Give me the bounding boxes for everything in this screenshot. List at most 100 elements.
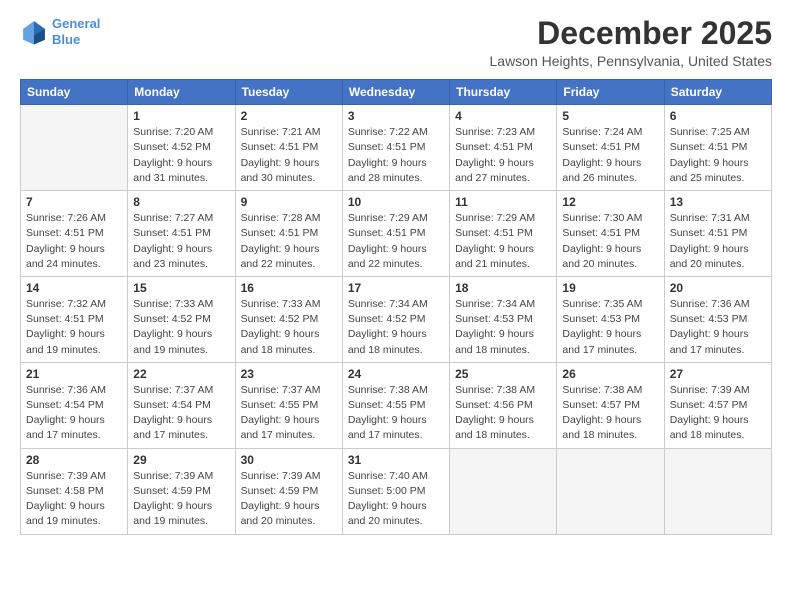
day-cell: 16 Sunrise: 7:33 AMSunset: 4:52 PMDayligh… <box>235 276 342 362</box>
calendar-header: SundayMondayTuesdayWednesdayThursdayFrid… <box>21 80 772 105</box>
day-number: 3 <box>348 109 444 123</box>
title-block: December 2025 Lawson Heights, Pennsylvan… <box>490 16 773 69</box>
day-cell: 7 Sunrise: 7:26 AMSunset: 4:51 PMDaylight… <box>21 191 128 277</box>
day-cell: 30 Sunrise: 7:39 AMSunset: 4:59 PMDayligh… <box>235 448 342 534</box>
calendar-subtitle: Lawson Heights, Pennsylvania, United Sta… <box>490 53 773 69</box>
header-row: SundayMondayTuesdayWednesdayThursdayFrid… <box>21 80 772 105</box>
day-number: 27 <box>670 367 766 381</box>
day-cell: 27 Sunrise: 7:39 AMSunset: 4:57 PMDayligh… <box>664 362 771 448</box>
day-info: Sunrise: 7:23 AMSunset: 4:51 PMDaylight:… <box>455 125 551 186</box>
day-cell: 3 Sunrise: 7:22 AMSunset: 4:51 PMDaylight… <box>342 105 449 191</box>
day-info: Sunrise: 7:39 AMSunset: 4:59 PMDaylight:… <box>241 469 337 530</box>
logo: General Blue <box>20 16 100 47</box>
day-cell: 21 Sunrise: 7:36 AMSunset: 4:54 PMDayligh… <box>21 362 128 448</box>
day-cell: 10 Sunrise: 7:29 AMSunset: 4:51 PMDayligh… <box>342 191 449 277</box>
day-cell: 18 Sunrise: 7:34 AMSunset: 4:53 PMDayligh… <box>450 276 557 362</box>
day-number: 5 <box>562 109 658 123</box>
day-cell: 29 Sunrise: 7:39 AMSunset: 4:59 PMDayligh… <box>128 448 235 534</box>
day-number: 20 <box>670 281 766 295</box>
day-info: Sunrise: 7:29 AMSunset: 4:51 PMDaylight:… <box>348 211 444 272</box>
day-cell: 20 Sunrise: 7:36 AMSunset: 4:53 PMDayligh… <box>664 276 771 362</box>
header-cell-wednesday: Wednesday <box>342 80 449 105</box>
calendar-title: December 2025 <box>490 16 773 51</box>
day-info: Sunrise: 7:37 AMSunset: 4:55 PMDaylight:… <box>241 383 337 444</box>
day-info: Sunrise: 7:38 AMSunset: 4:56 PMDaylight:… <box>455 383 551 444</box>
day-number: 2 <box>241 109 337 123</box>
day-cell: 22Sunrise: 7:37 AMSunset: 4:54 PMDayligh… <box>128 362 235 448</box>
day-number: 21 <box>26 367 122 381</box>
day-cell: 19 Sunrise: 7:35 AMSunset: 4:53 PMDayligh… <box>557 276 664 362</box>
day-cell <box>450 448 557 534</box>
day-info: Sunrise: 7:35 AMSunset: 4:53 PMDaylight:… <box>562 297 658 358</box>
logo-text: General Blue <box>52 16 100 47</box>
day-number: 16 <box>241 281 337 295</box>
day-info: Sunrise: 7:39 AMSunset: 4:59 PMDaylight:… <box>133 469 229 530</box>
day-info: Sunrise: 7:40 AMSunset: 5:00 PMDaylight:… <box>348 469 444 530</box>
header-cell-sunday: Sunday <box>21 80 128 105</box>
day-cell: 13Sunrise: 7:31 AMSunset: 4:51 PMDayligh… <box>664 191 771 277</box>
day-number: 29 <box>133 453 229 467</box>
day-number: 9 <box>241 195 337 209</box>
page: General Blue December 2025 Lawson Height… <box>0 0 792 612</box>
calendar-body: 1Sunrise: 7:20 AMSunset: 4:52 PMDaylight… <box>21 105 772 534</box>
day-number: 23 <box>241 367 337 381</box>
header: General Blue December 2025 Lawson Height… <box>20 16 772 69</box>
day-info: Sunrise: 7:38 AMSunset: 4:57 PMDaylight:… <box>562 383 658 444</box>
day-cell: 24Sunrise: 7:38 AMSunset: 4:55 PMDayligh… <box>342 362 449 448</box>
logo-line1: General <box>52 16 100 31</box>
header-cell-saturday: Saturday <box>664 80 771 105</box>
header-cell-friday: Friday <box>557 80 664 105</box>
day-cell: 28 Sunrise: 7:39 AMSunset: 4:58 PMDayligh… <box>21 448 128 534</box>
day-cell: 11Sunrise: 7:29 AMSunset: 4:51 PMDayligh… <box>450 191 557 277</box>
day-number: 19 <box>562 281 658 295</box>
day-cell: 1Sunrise: 7:20 AMSunset: 4:52 PMDaylight… <box>128 105 235 191</box>
week-row-2: 7 Sunrise: 7:26 AMSunset: 4:51 PMDaylight… <box>21 191 772 277</box>
day-number: 7 <box>26 195 122 209</box>
day-cell: 26 Sunrise: 7:38 AMSunset: 4:57 PMDayligh… <box>557 362 664 448</box>
day-number: 1 <box>133 109 229 123</box>
week-row-4: 21 Sunrise: 7:36 AMSunset: 4:54 PMDayligh… <box>21 362 772 448</box>
day-info: Sunrise: 7:26 AMSunset: 4:51 PMDaylight:… <box>26 211 122 272</box>
day-number: 18 <box>455 281 551 295</box>
day-number: 6 <box>670 109 766 123</box>
day-info: Sunrise: 7:34 AMSunset: 4:53 PMDaylight:… <box>455 297 551 358</box>
day-cell <box>21 105 128 191</box>
day-number: 25 <box>455 367 551 381</box>
logo-icon <box>20 18 48 46</box>
day-number: 14 <box>26 281 122 295</box>
day-cell: 12 Sunrise: 7:30 AMSunset: 4:51 PMDayligh… <box>557 191 664 277</box>
day-info: Sunrise: 7:33 AMSunset: 4:52 PMDaylight:… <box>241 297 337 358</box>
day-number: 12 <box>562 195 658 209</box>
week-row-1: 1Sunrise: 7:20 AMSunset: 4:52 PMDaylight… <box>21 105 772 191</box>
logo-line2: Blue <box>52 32 80 47</box>
day-info: Sunrise: 7:36 AMSunset: 4:54 PMDaylight:… <box>26 383 122 444</box>
day-info: Sunrise: 7:22 AMSunset: 4:51 PMDaylight:… <box>348 125 444 186</box>
day-info: Sunrise: 7:39 AMSunset: 4:58 PMDaylight:… <box>26 469 122 530</box>
day-cell: 8Sunrise: 7:27 AMSunset: 4:51 PMDaylight… <box>128 191 235 277</box>
header-cell-thursday: Thursday <box>450 80 557 105</box>
day-cell: 5 Sunrise: 7:24 AMSunset: 4:51 PMDaylight… <box>557 105 664 191</box>
day-number: 11 <box>455 195 551 209</box>
day-info: Sunrise: 7:30 AMSunset: 4:51 PMDaylight:… <box>562 211 658 272</box>
day-info: Sunrise: 7:24 AMSunset: 4:51 PMDaylight:… <box>562 125 658 186</box>
day-info: Sunrise: 7:39 AMSunset: 4:57 PMDaylight:… <box>670 383 766 444</box>
day-cell: 23 Sunrise: 7:37 AMSunset: 4:55 PMDayligh… <box>235 362 342 448</box>
day-number: 31 <box>348 453 444 467</box>
day-number: 30 <box>241 453 337 467</box>
day-number: 15 <box>133 281 229 295</box>
week-row-5: 28 Sunrise: 7:39 AMSunset: 4:58 PMDayligh… <box>21 448 772 534</box>
day-info: Sunrise: 7:34 AMSunset: 4:52 PMDaylight:… <box>348 297 444 358</box>
day-cell: 6Sunrise: 7:25 AMSunset: 4:51 PMDaylight… <box>664 105 771 191</box>
day-info: Sunrise: 7:38 AMSunset: 4:55 PMDaylight:… <box>348 383 444 444</box>
day-cell: 14 Sunrise: 7:32 AMSunset: 4:51 PMDayligh… <box>21 276 128 362</box>
day-number: 28 <box>26 453 122 467</box>
day-number: 8 <box>133 195 229 209</box>
day-number: 17 <box>348 281 444 295</box>
day-info: Sunrise: 7:32 AMSunset: 4:51 PMDaylight:… <box>26 297 122 358</box>
day-info: Sunrise: 7:33 AMSunset: 4:52 PMDaylight:… <box>133 297 229 358</box>
day-cell: 4Sunrise: 7:23 AMSunset: 4:51 PMDaylight… <box>450 105 557 191</box>
day-info: Sunrise: 7:36 AMSunset: 4:53 PMDaylight:… <box>670 297 766 358</box>
day-cell: 15 Sunrise: 7:33 AMSunset: 4:52 PMDayligh… <box>128 276 235 362</box>
day-number: 26 <box>562 367 658 381</box>
day-number: 10 <box>348 195 444 209</box>
